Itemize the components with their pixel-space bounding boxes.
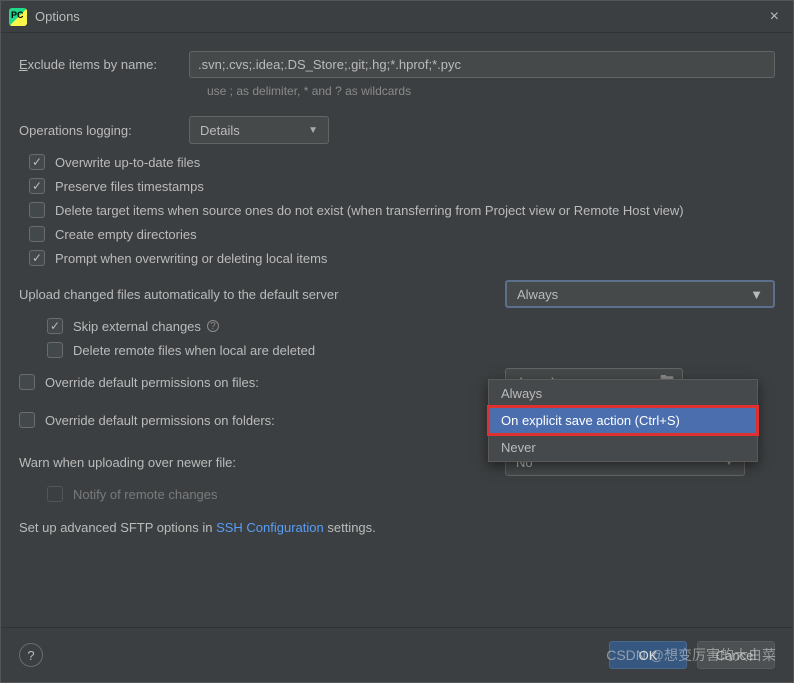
- upload-dropdown: Always On explicit save action (Ctrl+S) …: [488, 379, 758, 462]
- preserve-row: Preserve files timestamps: [29, 178, 775, 194]
- prompt-label: Prompt when overwriting or deleting loca…: [55, 251, 327, 266]
- content-area: Exclude items by name: use ; as delimite…: [1, 33, 793, 627]
- upload-row: Upload changed files automatically to th…: [19, 280, 775, 308]
- prompt-checkbox[interactable]: [29, 250, 45, 266]
- perm-files-label: Override default permissions on files:: [45, 375, 259, 390]
- options-dialog: Options × Exclude items by name: use ; a…: [0, 0, 794, 683]
- overwrite-checkbox[interactable]: [29, 154, 45, 170]
- perm-files-checkbox[interactable]: [19, 374, 35, 390]
- create-empty-label: Create empty directories: [55, 227, 197, 242]
- help-icon[interactable]: ?: [207, 320, 219, 332]
- operations-logging-label: Operations logging:: [19, 123, 189, 138]
- create-empty-checkbox[interactable]: [29, 226, 45, 242]
- preserve-checkbox[interactable]: [29, 178, 45, 194]
- delete-remote-label: Delete remote files when local are delet…: [73, 343, 315, 358]
- operations-logging-select[interactable]: Details ▼: [189, 116, 329, 144]
- upload-option-explicit-save[interactable]: On explicit save action (Ctrl+S): [489, 407, 757, 434]
- notify-label: Notify of remote changes: [73, 487, 218, 502]
- upload-option-never[interactable]: Never: [489, 434, 757, 461]
- delete-target-row: Delete target items when source ones do …: [29, 202, 775, 218]
- exclude-input[interactable]: [189, 51, 775, 78]
- upload-select[interactable]: Always ▼: [505, 280, 775, 308]
- titlebar: Options ×: [1, 1, 793, 33]
- button-bar: ? OK Cancel: [1, 627, 793, 682]
- cancel-button[interactable]: Cancel: [697, 641, 775, 669]
- operations-logging-row: Operations logging: Details ▼: [19, 116, 775, 144]
- upload-option-always[interactable]: Always: [489, 380, 757, 407]
- preserve-label: Preserve files timestamps: [55, 179, 204, 194]
- delete-target-label: Delete target items when source ones do …: [55, 203, 684, 218]
- chevron-down-icon: ▼: [308, 125, 318, 136]
- create-empty-row: Create empty directories: [29, 226, 775, 242]
- ok-button[interactable]: OK: [609, 641, 687, 669]
- upload-value: Always: [517, 287, 558, 302]
- skip-external-checkbox[interactable]: [47, 318, 63, 334]
- window-title: Options: [35, 9, 764, 24]
- skip-external-label: Skip external changes: [73, 319, 201, 334]
- perm-folders-checkbox[interactable]: [19, 412, 35, 428]
- ssh-config-link[interactable]: SSH Configuration: [216, 520, 324, 535]
- help-button[interactable]: ?: [19, 643, 43, 667]
- close-icon[interactable]: ×: [764, 8, 785, 26]
- sftp-text: Set up advanced SFTP options in SSH Conf…: [19, 520, 775, 535]
- overwrite-row: Overwrite up-to-date files: [29, 154, 775, 170]
- operations-logging-value: Details: [200, 123, 240, 138]
- notify-checkbox: [47, 486, 63, 502]
- delete-remote-checkbox[interactable]: [47, 342, 63, 358]
- chevron-down-icon: ▼: [750, 287, 763, 302]
- overwrite-label: Overwrite up-to-date files: [55, 155, 200, 170]
- exclude-hint: use ; as delimiter, * and ? as wildcards: [207, 84, 775, 98]
- exclude-label: Exclude items by name:: [19, 57, 189, 72]
- prompt-row: Prompt when overwriting or deleting loca…: [29, 250, 775, 266]
- delete-remote-row: Delete remote files when local are delet…: [47, 342, 775, 358]
- exclude-row: Exclude items by name:: [19, 51, 775, 78]
- skip-external-row: Skip external changes ?: [47, 318, 775, 334]
- warn-label: Warn when uploading over newer file:: [19, 455, 505, 470]
- notify-row: Notify of remote changes: [47, 486, 775, 502]
- upload-label: Upload changed files automatically to th…: [19, 287, 505, 302]
- delete-target-checkbox[interactable]: [29, 202, 45, 218]
- perm-folders-label: Override default permissions on folders:: [45, 413, 275, 428]
- pycharm-icon: [9, 8, 27, 26]
